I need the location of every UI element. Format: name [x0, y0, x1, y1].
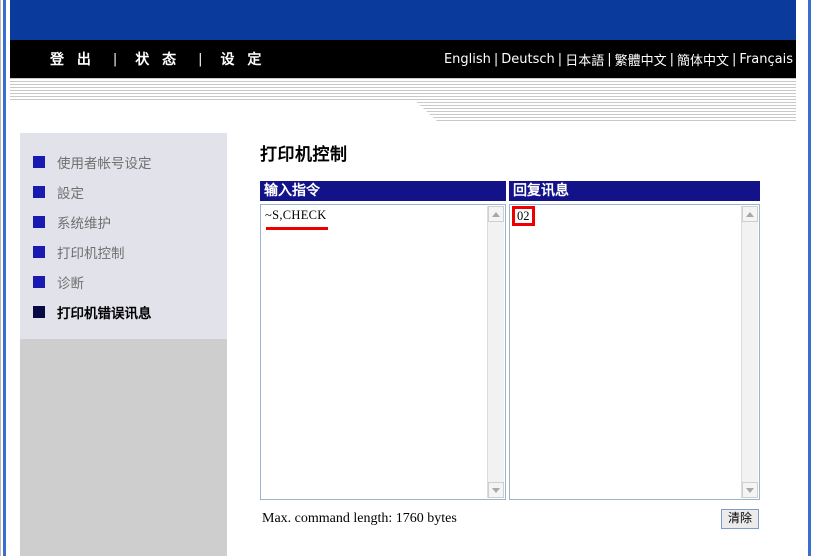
header-banner [10, 0, 796, 40]
stripe-diagonal-wedge [408, 96, 796, 122]
sidebar-item-printer-error-messages[interactable]: 打印机错误讯息 [20, 297, 227, 327]
lang-link-english[interactable]: English [441, 52, 494, 67]
nav-item-settings[interactable]: 设 定 [203, 49, 284, 69]
bullet-square-icon [33, 186, 45, 198]
lang-link-francais[interactable]: Français [736, 52, 796, 67]
lang-link-simplified-chinese[interactable]: 簡体中文 [674, 50, 732, 69]
command-textarea-value: ~S,CHECK [265, 208, 485, 223]
scroll-down-arrow-icon[interactable] [488, 482, 504, 498]
command-textarea[interactable]: ~S,CHECK [260, 204, 506, 500]
lang-link-deutsch[interactable]: Deutsch [498, 52, 558, 67]
sidebar-item-label: 使用者帐号设定 [57, 152, 152, 172]
response-highlight-box: 02 [512, 206, 535, 226]
response-message-panel: 回复讯息 02 [509, 181, 760, 500]
sidebar-item-diagnostics[interactable]: 诊断 [20, 267, 227, 297]
sidebar-item-label: 打印机控制 [57, 242, 125, 262]
sidebar-filler [20, 339, 227, 556]
top-navigation-bar: 登 出 | 状 态 | 设 定 English | Deutsch | 日本語 … [10, 40, 796, 78]
sidebar-item-settings[interactable]: 設定 [20, 177, 227, 207]
bullet-square-icon [33, 156, 45, 168]
lang-link-traditional-chinese[interactable]: 繁體中文 [612, 50, 670, 69]
nav-item-logout[interactable]: 登 出 [32, 49, 113, 69]
frame-border-left [3, 0, 6, 556]
page-root: 登 出 | 状 态 | 设 定 English | Deutsch | 日本語 … [0, 0, 815, 556]
response-scrollbar[interactable] [741, 206, 758, 498]
response-panel-header: 回复讯息 [509, 181, 760, 201]
sidebar-item-label: 系统维护 [57, 212, 111, 232]
footer-row: Max. command length: 1760 bytes 清除 [260, 509, 760, 535]
bullet-square-icon [33, 246, 45, 258]
frame-border-right [808, 0, 811, 556]
decorative-stripe-band [10, 78, 796, 123]
command-input-panel: 输入指令 ~S,CHECK [260, 181, 506, 500]
main-content: 打印机控制 输入指令 ~S,CHECK 回复讯息 [260, 140, 760, 535]
command-panel-header: 输入指令 [260, 181, 506, 201]
panels-row: 输入指令 ~S,CHECK 回复讯息 02 [260, 181, 760, 500]
language-selector: English | Deutsch | 日本語 | 繁體中文 | 簡体中文 | … [441, 40, 796, 78]
sidebar-item-label: 诊断 [57, 272, 84, 292]
bullet-square-icon [33, 216, 45, 228]
sidebar-item-system-maintenance[interactable]: 系统维护 [20, 207, 227, 237]
max-command-length-note: Max. command length: 1760 bytes [262, 511, 457, 527]
scroll-up-arrow-icon[interactable] [488, 206, 504, 222]
sidebar-item-user-account-settings[interactable]: 使用者帐号设定 [20, 147, 227, 177]
sidebar-item-label: 設定 [57, 182, 84, 202]
clear-button[interactable]: 清除 [721, 509, 759, 529]
page-title: 打印机控制 [260, 140, 760, 165]
scroll-up-arrow-icon[interactable] [742, 206, 758, 222]
window-outer-border [0, 0, 1, 556]
nav-primary-links: 登 出 | 状 态 | 设 定 [32, 40, 283, 78]
bullet-square-icon [33, 276, 45, 288]
response-textarea[interactable]: 02 [509, 204, 760, 500]
bullet-square-icon [33, 306, 45, 318]
scroll-down-arrow-icon[interactable] [742, 482, 758, 498]
sidebar-item-label: 打印机错误讯息 [57, 302, 152, 322]
command-scrollbar[interactable] [487, 206, 504, 498]
sidebar-item-printer-control[interactable]: 打印机控制 [20, 237, 227, 267]
command-highlight-underline [266, 227, 328, 230]
sidebar: 使用者帐号设定 設定 系统维护 打印机控制 诊断 打印机错误讯息 [20, 133, 227, 556]
sidebar-menu: 使用者帐号设定 設定 系统维护 打印机控制 诊断 打印机错误讯息 [20, 133, 227, 339]
nav-item-status[interactable]: 状 态 [117, 49, 198, 69]
response-value: 02 [517, 209, 530, 223]
lang-link-japanese[interactable]: 日本語 [562, 50, 607, 69]
